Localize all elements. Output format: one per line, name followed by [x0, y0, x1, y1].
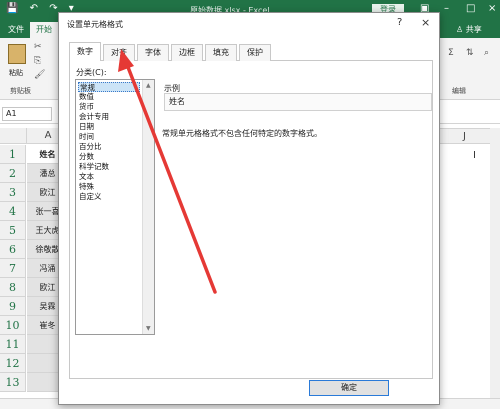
list-item[interactable]: 特殊 — [78, 182, 140, 192]
tab-protection[interactable]: 保护 — [239, 44, 271, 61]
row-header[interactable]: 3 — [0, 183, 26, 202]
category-scrollbar[interactable]: ▲ ▼ — [142, 80, 154, 334]
row-header[interactable]: 12 — [0, 354, 26, 373]
column-header-j[interactable]: J — [437, 128, 492, 144]
tab-file[interactable]: 文件 — [8, 24, 24, 35]
scroll-up-icon[interactable]: ▲ — [146, 82, 151, 89]
name-box[interactable]: A1 — [2, 107, 52, 121]
list-item[interactable]: 常规 — [78, 82, 140, 92]
row-header[interactable]: 10 — [0, 316, 26, 335]
dialog-body: 分类(C): 常规 数值 货币 会计专用 日期 时间 百分比 分数 科学记数 文… — [69, 61, 433, 379]
row-header[interactable]: 9 — [0, 297, 26, 316]
vertical-scrollbar[interactable] — [490, 128, 500, 398]
row-header[interactable]: 1 — [0, 145, 26, 164]
sum-icon[interactable]: Σ — [448, 48, 454, 58]
category-list[interactable]: 常规 数值 货币 会计专用 日期 时间 百分比 分数 科学记数 文本 特殊 自定… — [75, 79, 155, 335]
close-icon[interactable]: × — [421, 16, 430, 29]
copy-icon[interactable]: ⎘ — [34, 56, 41, 66]
row-header[interactable]: 5 — [0, 221, 26, 240]
format-cells-dialog: 设置单元格格式 ? × 数字 对齐 字体 边框 填充 保护 分类(C): 常规 … — [58, 12, 440, 405]
list-item[interactable]: 会计专用 — [78, 112, 140, 122]
share-button[interactable]: ♙ 共享 — [456, 24, 482, 35]
row-header[interactable]: 6 — [0, 240, 26, 259]
format-painter-icon[interactable]: 🖌 — [34, 70, 45, 80]
tab-border[interactable]: 边框 — [171, 44, 203, 61]
scroll-down-icon[interactable]: ▼ — [146, 325, 151, 332]
row-header[interactable]: 11 — [0, 335, 26, 354]
text-cursor-icon: I — [473, 150, 476, 161]
tab-font[interactable]: 字体 — [137, 44, 169, 61]
person-icon: ♙ — [456, 25, 464, 34]
list-item[interactable]: 自定义 — [78, 192, 140, 202]
row-header[interactable]: 4 — [0, 202, 26, 221]
list-item[interactable]: 日期 — [78, 122, 140, 132]
ok-button[interactable]: 确定 — [309, 380, 389, 396]
maximize-icon[interactable]: □ — [466, 3, 475, 14]
sample-value: 姓名 — [164, 93, 432, 111]
paste-icon[interactable] — [8, 44, 26, 64]
list-item[interactable]: 分数 — [78, 152, 140, 162]
share-label: 共享 — [465, 25, 482, 34]
paste-label: 粘贴 — [9, 69, 23, 77]
list-item[interactable]: 科学记数 — [78, 162, 140, 172]
list-item[interactable]: 文本 — [78, 172, 140, 182]
row-header[interactable]: 8 — [0, 278, 26, 297]
select-all-corner[interactable] — [0, 128, 27, 144]
row-header[interactable]: 13 — [0, 373, 26, 392]
format-description: 常规单元格格式不包含任何特定的数字格式。 — [162, 129, 322, 138]
sort-icon[interactable]: ⇅ — [466, 48, 474, 58]
tab-home[interactable]: 开始 — [30, 22, 58, 38]
tab-number[interactable]: 数字 — [69, 42, 101, 62]
clipboard-group-label: 剪贴板 — [10, 87, 31, 95]
find-icon[interactable]: ⌕ — [484, 48, 489, 58]
list-item[interactable]: 时间 — [78, 132, 140, 142]
dialog-title: 设置单元格格式 — [67, 20, 123, 29]
close-window-icon[interactable]: × — [488, 3, 496, 14]
tab-alignment[interactable]: 对齐 — [103, 44, 135, 61]
category-label: 分类(C): — [76, 68, 107, 77]
row-header[interactable]: 2 — [0, 164, 26, 183]
cut-icon[interactable]: ✂ — [34, 42, 42, 52]
row-header[interactable]: 7 — [0, 259, 26, 278]
dialog-tab-bar: 数字 对齐 字体 边框 填充 保护 — [69, 42, 433, 62]
list-item[interactable]: 百分比 — [78, 142, 140, 152]
edit-group-label: 编辑 — [452, 87, 466, 95]
list-item[interactable]: 数值 — [78, 92, 140, 102]
minimize-icon[interactable]: – — [444, 3, 449, 14]
help-icon[interactable]: ? — [397, 17, 402, 28]
tab-fill[interactable]: 填充 — [205, 44, 237, 61]
list-item[interactable]: 货币 — [78, 102, 140, 112]
